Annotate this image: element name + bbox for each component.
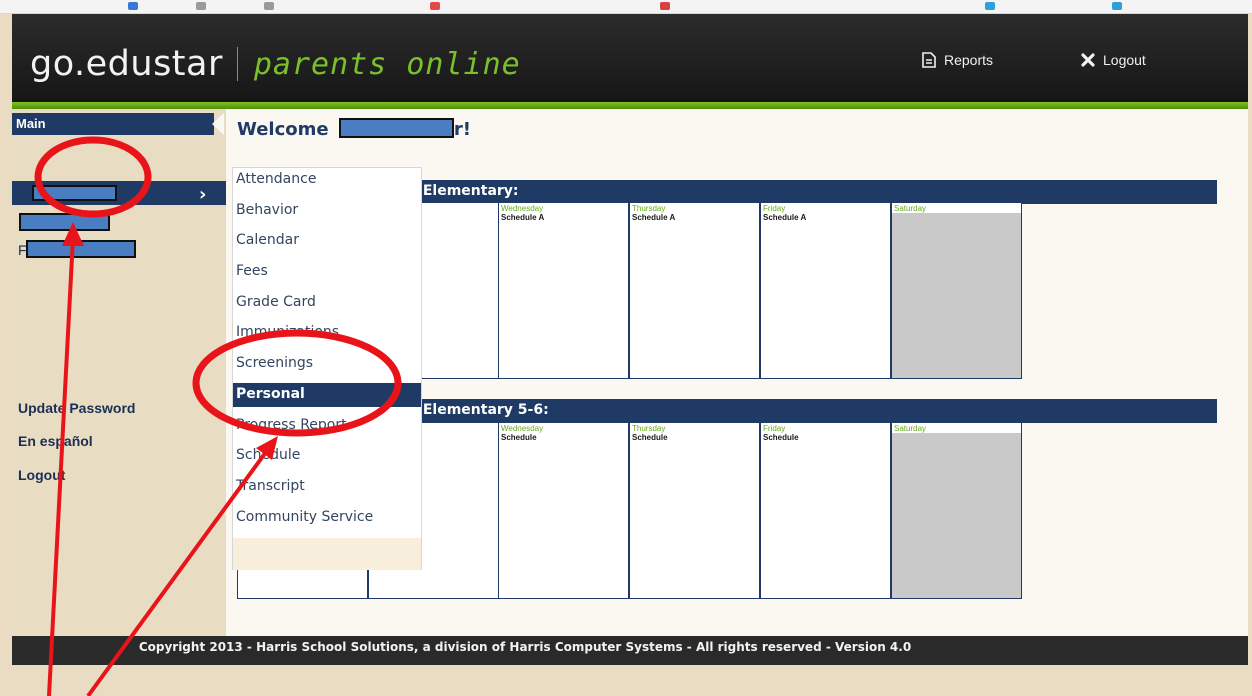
bookmark-icon[interactable]: [128, 2, 138, 10]
bookmark-icon[interactable]: [1112, 2, 1122, 10]
redacted-student-name: [32, 185, 117, 201]
day-name: Wednesday: [501, 424, 544, 433]
student-submenu: Attendance Behavior Calendar Fees Grade …: [232, 167, 422, 570]
welcome-heading: Welcome r!: [237, 118, 471, 140]
day-header: Saturday: [892, 423, 1021, 433]
day-schedule: Schedule A: [501, 213, 545, 222]
bookmark-icon[interactable]: [196, 2, 206, 10]
update-password-link[interactable]: Update Password: [18, 400, 135, 416]
redacted-sidebar-item[interactable]: [26, 240, 136, 258]
redacted-sidebar-item[interactable]: [19, 213, 110, 231]
day-schedule: Schedule: [632, 433, 668, 442]
header-bar: go.edustar parents online Reports Logout: [12, 14, 1248, 102]
chevron-right-icon: ›: [199, 184, 207, 205]
app-window: go.edustar parents online Reports Logout…: [12, 14, 1248, 665]
menu-item-immunizations[interactable]: Immunizations: [233, 321, 421, 345]
logout-label: Logout: [1103, 52, 1146, 68]
menu-item-screenings[interactable]: Screenings: [233, 352, 421, 376]
sidebar-main-header[interactable]: Main: [12, 113, 214, 135]
menu-item-community-service[interactable]: Community Service: [233, 506, 421, 530]
logo-sub-text: parents online: [253, 46, 521, 82]
menu-item-fees[interactable]: Fees: [233, 260, 421, 284]
menu-item-transcript[interactable]: Transcript: [233, 475, 421, 499]
bookmark-icon[interactable]: [985, 2, 995, 10]
logo-main-text: go.edustar: [30, 44, 223, 84]
spanish-language-link[interactable]: En español: [18, 433, 93, 449]
menu-item-progress-report[interactable]: Progress Report: [233, 414, 421, 438]
menu-item-grade-card[interactable]: Grade Card: [233, 291, 421, 315]
welcome-suffix: r!: [453, 119, 471, 140]
calendar-day-friday[interactable]: Friday Schedule: [760, 422, 891, 599]
bookmark-icon[interactable]: [264, 2, 274, 10]
day-name: Friday: [763, 424, 786, 433]
menu-footer: [233, 538, 421, 570]
reports-button[interactable]: Reports: [922, 52, 993, 68]
calendar-day-thursday[interactable]: Thursday Schedule: [629, 422, 760, 599]
close-icon: [1081, 53, 1095, 67]
sidebar-logout-link[interactable]: Logout: [18, 467, 65, 483]
menu-item-attendance[interactable]: Attendance: [233, 168, 421, 192]
calendar-day-wednesday[interactable]: Wednesday Schedule A: [498, 202, 629, 379]
school-calendar-title: n Elementary:: [408, 183, 519, 199]
header-accent-stripe: [12, 102, 1248, 109]
day-name: Thursday: [632, 204, 666, 213]
day-schedule: Schedule: [501, 433, 537, 442]
document-icon: [922, 52, 936, 68]
calendar-day-saturday[interactable]: Saturday: [891, 422, 1022, 599]
calendar-day-wednesday[interactable]: Wednesday Schedule: [498, 422, 629, 599]
day-name: Saturday: [894, 204, 927, 213]
menu-item-schedule[interactable]: Schedule: [233, 444, 421, 468]
day-name: Saturday: [894, 424, 927, 433]
day-header: Saturday: [892, 203, 1021, 213]
sidebar-notch: [212, 113, 224, 135]
logout-button[interactable]: Logout: [1081, 52, 1146, 68]
menu-item-behavior[interactable]: Behavior: [233, 199, 421, 223]
menu-item-calendar[interactable]: Calendar: [233, 229, 421, 253]
bookmark-icon[interactable]: [430, 2, 440, 10]
footer-copyright: Copyright 2013 - Harris School Solutions…: [12, 636, 1248, 665]
logo[interactable]: go.edustar parents online: [30, 44, 521, 84]
reports-label: Reports: [944, 52, 994, 68]
day-schedule: Schedule A: [763, 213, 807, 222]
day-name: Wednesday: [501, 204, 544, 213]
day-name: Friday: [763, 204, 786, 213]
day-name: Thursday: [632, 424, 666, 433]
sidebar: Main › F Update Password En español Logo…: [12, 109, 226, 636]
calendar-day-thursday[interactable]: Thursday Schedule A: [629, 202, 760, 379]
bookmark-icon[interactable]: [660, 2, 670, 10]
logo-separator: [236, 47, 238, 81]
menu-item-personal[interactable]: Personal: [233, 383, 421, 407]
welcome-prefix: Welcome: [237, 119, 329, 140]
day-schedule: Schedule A: [632, 213, 676, 222]
browser-toolbar-strip: [0, 0, 1252, 14]
school-calendar-title: n Elementary 5-6:: [408, 402, 549, 418]
calendar-day-friday[interactable]: Friday Schedule A: [760, 202, 891, 379]
day-schedule: Schedule: [763, 433, 799, 442]
calendar-day-saturday[interactable]: Saturday: [891, 202, 1022, 379]
redacted-parent-name: [338, 118, 454, 138]
